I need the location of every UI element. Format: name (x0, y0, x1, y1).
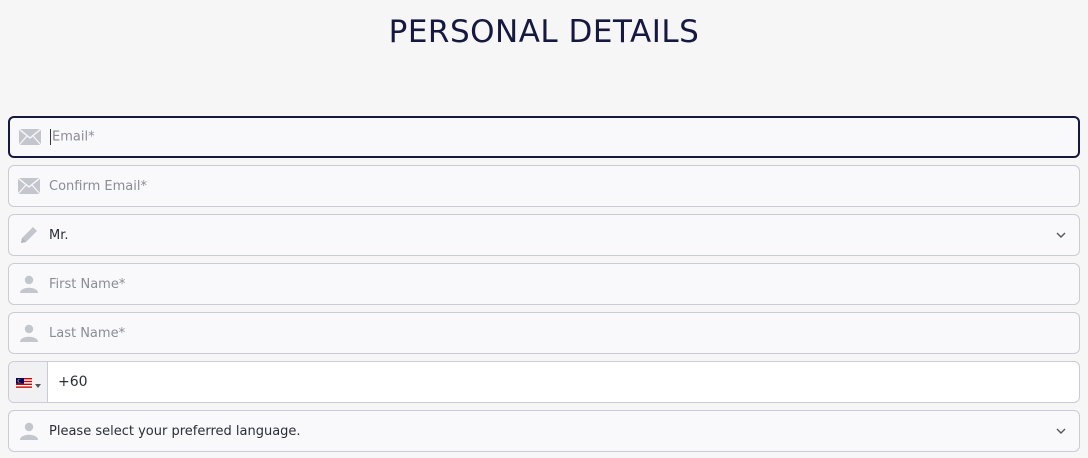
pencil-icon (9, 215, 49, 255)
person-icon (9, 264, 49, 304)
personal-details-page: PERSONAL DETAILS Email* Confirm Email* M… (0, 0, 1088, 458)
envelope-icon (9, 166, 49, 206)
text-cursor (50, 129, 51, 145)
last-name-placeholder: Last Name* (49, 325, 126, 341)
email-field[interactable]: Email* (8, 116, 1080, 158)
salutation-select[interactable]: Mr. (8, 214, 1080, 256)
person-icon (9, 411, 49, 451)
language-placeholder: Please select your preferred language. (49, 423, 301, 439)
person-icon (9, 313, 49, 353)
page-title: PERSONAL DETAILS (388, 14, 700, 50)
confirm-email-field[interactable]: Confirm Email* (8, 165, 1080, 207)
country-code-selector[interactable] (9, 362, 48, 402)
language-select[interactable]: Please select your preferred language. (8, 410, 1080, 452)
envelope-icon (10, 118, 50, 156)
first-name-field[interactable]: First Name* (8, 263, 1080, 305)
email-placeholder: Email* (52, 129, 95, 145)
salutation-value: Mr. (49, 227, 69, 243)
first-name-placeholder: First Name* (49, 276, 126, 292)
last-name-field[interactable]: Last Name* (8, 312, 1080, 354)
phone-input-value: +60 (58, 374, 88, 390)
chevron-down-icon[interactable] (1043, 215, 1079, 255)
caret-down-icon (34, 373, 41, 392)
phone-field[interactable]: +60 (8, 361, 1080, 403)
confirm-email-placeholder: Confirm Email* (49, 178, 147, 194)
chevron-down-icon[interactable] (1043, 411, 1079, 451)
malaysia-flag-icon (15, 373, 32, 392)
